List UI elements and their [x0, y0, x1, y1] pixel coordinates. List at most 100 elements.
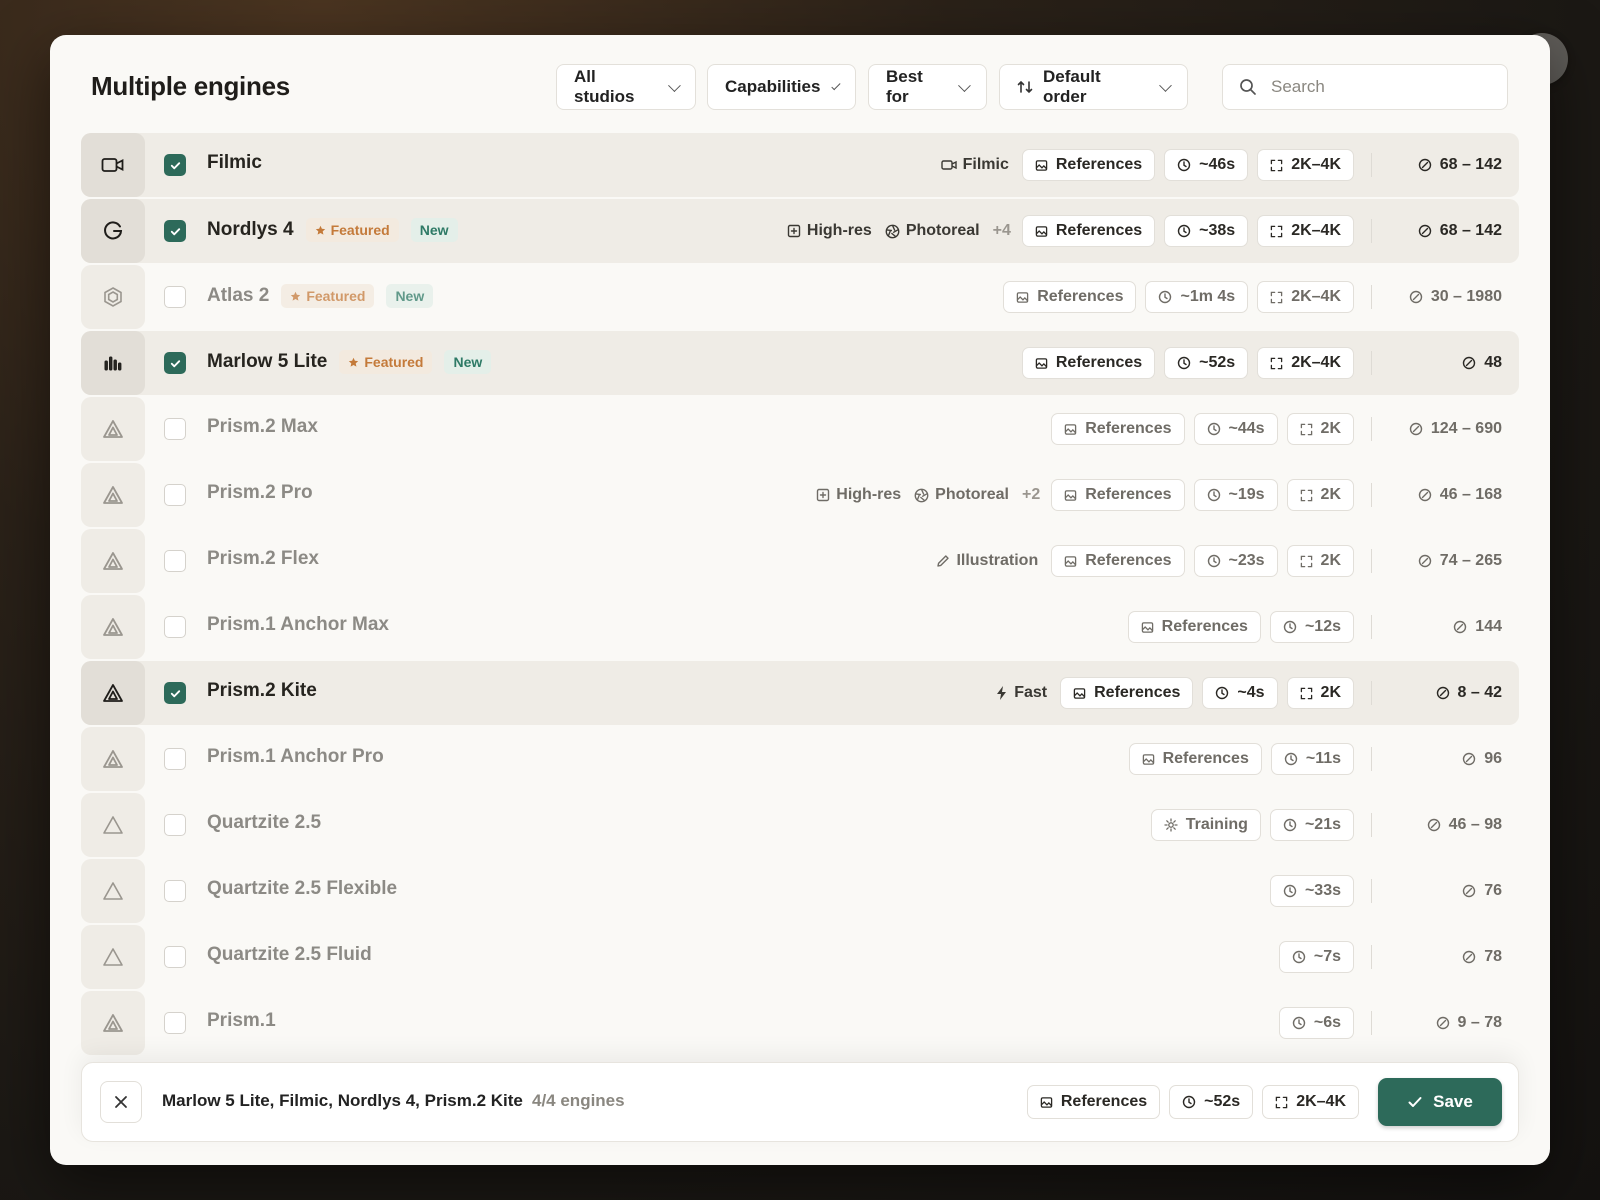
engine-row[interactable]: Prism.1 Anchor Pro References ~11s 96	[81, 727, 1519, 791]
new-badge: New	[410, 218, 458, 242]
engine-checkbox[interactable]	[164, 880, 186, 902]
clock-icon	[1207, 554, 1221, 568]
aperture-icon	[885, 224, 900, 239]
engine-checkbox[interactable]	[164, 682, 186, 704]
time-chip: ~1m 4s	[1145, 281, 1249, 313]
divider	[1371, 945, 1372, 969]
capability-tag: Photoreal	[914, 486, 1009, 504]
high-res-icon	[787, 224, 801, 238]
clock-icon	[1292, 950, 1306, 964]
check-icon	[1408, 1097, 1422, 1107]
sort-order-label: Default order	[1043, 67, 1101, 106]
engine-name: Prism.1	[207, 1010, 276, 1032]
sort-order-button[interactable]: Default order	[999, 64, 1188, 110]
save-button[interactable]: Save	[1378, 1078, 1502, 1126]
engine-checkbox[interactable]	[164, 1012, 186, 1034]
engine-checkbox[interactable]	[164, 814, 186, 836]
cost-range: 48	[1387, 354, 1502, 372]
resolution-chip: 2K–4K	[1257, 281, 1354, 313]
image-icon	[1141, 621, 1154, 634]
search-box[interactable]	[1222, 64, 1508, 110]
engine-row[interactable]: Prism.2 Flex Illustration References ~23s 2K…	[81, 529, 1519, 593]
engine-row[interactable]: Prism.1 ~6s 9 – 78	[81, 991, 1519, 1055]
references-chip: References	[1003, 281, 1137, 313]
engine-row[interactable]: Quartzite 2.5 Fluid ~7s 78	[81, 925, 1519, 989]
engine-checkbox[interactable]	[164, 748, 186, 770]
engine-name-text: Quartzite 2.5 Flexible	[207, 878, 398, 899]
capability-label: High-res	[806, 222, 872, 239]
engine-checkbox[interactable]	[164, 418, 186, 440]
references-chip: References	[1021, 347, 1156, 379]
clock-icon	[1177, 224, 1191, 238]
engine-meta: References ~12s 144	[1127, 595, 1502, 659]
engine-checkbox[interactable]	[164, 616, 186, 638]
engine-row[interactable]: Atlas 2 Featured New References ~1m 4s 2K–4K 3…	[81, 265, 1519, 329]
time-chip: ~52s	[1169, 1085, 1254, 1119]
studios-filter[interactable]: All studios	[556, 64, 696, 110]
capability-tag: Filmic	[940, 156, 1009, 174]
engine-checkbox[interactable]	[164, 484, 186, 506]
clear-selection-button[interactable]	[100, 1081, 142, 1123]
more-capabilities: +2	[1021, 486, 1041, 503]
engine-row[interactable]: Quartzite 2.5 Training ~21s 46 – 98	[81, 793, 1519, 857]
engine-checkbox[interactable]	[164, 352, 186, 374]
divider	[1371, 879, 1372, 903]
clock-icon	[1283, 818, 1297, 832]
engine-row[interactable]: Filmic Filmic References ~46s 2K–4K 68 – 142	[81, 133, 1519, 197]
resolution-chip: 2K	[1286, 677, 1354, 709]
aperture-icon	[914, 488, 929, 503]
best-for-filter-label: Best for	[886, 67, 923, 106]
cost-range: 68 – 142	[1387, 156, 1502, 174]
time-chip: ~19s	[1193, 479, 1278, 511]
save-label: Save	[1433, 1092, 1473, 1111]
engine-name: Prism.2 Max	[207, 416, 318, 438]
capabilities-filter[interactable]: Capabilities	[707, 64, 856, 110]
engine-checkbox[interactable]	[164, 154, 186, 176]
resolution-label: 2K	[1320, 420, 1341, 437]
best-for-filter[interactable]: Best for	[868, 64, 987, 110]
credits-icon	[1409, 422, 1423, 436]
engine-name: Prism.2 Flex	[207, 548, 319, 570]
studios-filter-label: All studios	[574, 67, 635, 106]
clock-icon	[1182, 1095, 1196, 1109]
clock-icon	[1177, 356, 1191, 370]
engine-row[interactable]: Prism.1 Anchor Max References ~12s 144	[81, 595, 1519, 659]
engine-icon-box	[81, 463, 145, 527]
cost-range: 124 – 690	[1387, 420, 1502, 438]
search-input[interactable]	[1269, 76, 1473, 98]
references-chip: References	[1026, 1085, 1161, 1119]
engine-icon-box	[81, 265, 145, 329]
chevron-down-icon	[1159, 78, 1172, 92]
expand-icon	[1270, 159, 1283, 172]
engine-name-text: Prism.2 Pro	[207, 482, 313, 503]
credits-icon	[1418, 224, 1432, 238]
prism-icon	[102, 617, 124, 637]
check-icon	[169, 357, 182, 370]
time-chip: ~33s	[1269, 875, 1354, 907]
time-label: ~1m 4s	[1180, 288, 1236, 305]
engine-name-text: Filmic	[207, 152, 262, 173]
cost-range: 96	[1387, 750, 1502, 768]
time-label: ~19s	[1228, 486, 1265, 503]
engine-row[interactable]: Quartzite 2.5 Flexible ~33s 76	[81, 859, 1519, 923]
resolution-chip: 2K	[1286, 545, 1354, 577]
credits-icon	[1462, 884, 1476, 898]
engine-meta: High-res Photoreal +4 References ~38s 2K–4K 68…	[787, 199, 1502, 263]
engine-row[interactable]: Prism.2 Kite Fast References ~4s 2K 8 – 42	[81, 661, 1519, 725]
image-icon	[1142, 753, 1155, 766]
chevron-down-icon	[958, 78, 971, 92]
expand-icon	[1300, 489, 1313, 502]
engine-checkbox[interactable]	[164, 286, 186, 308]
resolution-label: 2K	[1320, 552, 1341, 569]
engine-checkbox[interactable]	[164, 550, 186, 572]
engine-checkbox[interactable]	[164, 946, 186, 968]
engine-row[interactable]: Prism.2 Pro High-res Photoreal +2 References…	[81, 463, 1519, 527]
engine-row[interactable]: Prism.2 Max References ~44s 2K 124 – 690	[81, 397, 1519, 461]
engine-row[interactable]: Nordlys 4 Featured New High-res Photoreal +4 R…	[81, 199, 1519, 263]
engine-checkbox[interactable]	[164, 220, 186, 242]
time-label: ~7s	[1313, 948, 1341, 965]
time-chip: ~4s	[1202, 677, 1278, 709]
cost-range: 46 – 98	[1387, 816, 1502, 834]
references-chip: References	[1051, 545, 1185, 577]
engine-row[interactable]: Marlow 5 Lite Featured New References ~52s 2K…	[81, 331, 1519, 395]
